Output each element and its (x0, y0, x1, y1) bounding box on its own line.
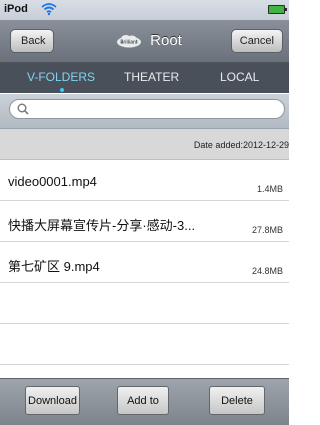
list-item[interactable]: 第七矿区 9.mp4 24.8MB (0, 242, 289, 283)
empty-row (0, 324, 289, 365)
status-bar: iPod (0, 0, 289, 20)
search-bar (0, 94, 289, 129)
navigation-bar: Back Brilliant Root Cancel (0, 20, 289, 63)
page-title: Brilliant Root (116, 29, 182, 53)
cancel-button[interactable]: Cancel (230, 29, 283, 53)
tab-v-folders[interactable]: V-FOLDERS (27, 70, 95, 84)
list-item[interactable]: video0001.mp4 1.4MB (0, 160, 289, 201)
sort-info-row: Date added:2012-12-29 (0, 129, 289, 160)
tab-local[interactable]: LOCAL (220, 70, 259, 84)
download-button[interactable]: Download (25, 386, 80, 415)
empty-row (0, 283, 289, 324)
bottom-toolbar: Download Add to Delete (0, 378, 289, 425)
file-list: video0001.mp4 1.4MB 快播大屏幕宣传片-分享·感动-3... … (0, 160, 289, 365)
add-to-button[interactable]: Add to (117, 386, 169, 415)
search-input[interactable] (9, 99, 285, 119)
file-name: 快播大屏幕宣传片-分享·感动-3... (8, 218, 196, 233)
file-size: 1.4MB (256, 184, 283, 194)
cloud-icon-text: Brilliant (120, 40, 138, 46)
carrier-label: iPod (4, 3, 28, 15)
wifi-icon (41, 3, 57, 16)
file-size: 27.8MB (251, 225, 283, 235)
list-item[interactable]: 快播大屏幕宣传片-分享·感动-3... 27.8MB (0, 201, 289, 242)
search-icon (17, 103, 29, 115)
battery-icon (268, 5, 287, 14)
tab-theater[interactable]: THEATER (124, 70, 179, 84)
date-added-label: Date added:2012-12-29 (193, 140, 289, 150)
active-tab-indicator (60, 88, 64, 92)
file-name: video0001.mp4 (8, 174, 97, 189)
delete-button[interactable]: Delete (209, 386, 265, 415)
back-button[interactable]: Back (10, 29, 55, 53)
title-text: Root (150, 32, 182, 49)
file-name: 第七矿区 9.mp4 (8, 259, 100, 274)
tab-bar: V-FOLDERS THEATER LOCAL (0, 63, 289, 93)
file-size: 24.8MB (251, 266, 283, 276)
cloud-icon: Brilliant (117, 35, 141, 48)
